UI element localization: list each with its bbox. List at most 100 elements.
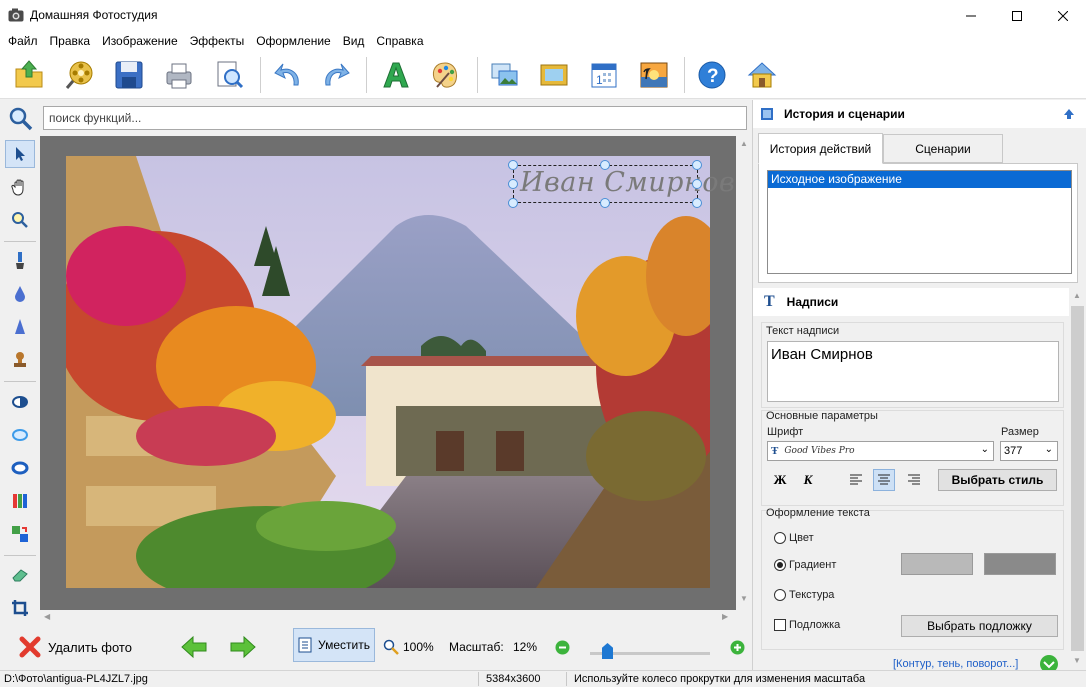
stamp-tool[interactable] [5,346,35,374]
fit-button[interactable]: Уместить [293,628,375,662]
undo-button[interactable] [270,57,306,93]
menu-help[interactable]: Справка [370,31,429,51]
scroll-left-arrow-icon[interactable]: ◀ [44,612,50,621]
add-text-button[interactable] [378,57,414,93]
color-levels-tool[interactable] [5,487,35,515]
tab-scenarios[interactable]: Сценарии [883,134,1003,163]
text-selection-box[interactable]: Иван Смирнов [508,160,735,208]
zoom-slider-thumb[interactable] [602,643,613,659]
open-button[interactable] [11,57,47,93]
replace-color-tool[interactable] [5,520,35,548]
sharpen-tool[interactable] [5,313,35,341]
image-canvas[interactable]: Иван Смирнов [40,136,736,610]
hand-icon [11,179,24,196]
home-button[interactable] [744,57,780,93]
maximize-button[interactable] [994,0,1040,31]
resize-handle[interactable] [692,179,702,189]
photo-preview[interactable] [66,156,710,588]
menu-image[interactable]: Изображение [96,31,184,51]
status-dimensions: 5384x3600 [486,673,541,685]
decor-button[interactable] [427,57,463,93]
print-preview-button[interactable] [211,57,247,93]
menu-edit[interactable]: Правка [44,31,97,51]
label-text-field[interactable]: Иван Смирнов [767,341,1059,402]
blur-tool[interactable] [5,280,35,308]
scroll-down-arrow-icon[interactable]: ▼ [740,594,748,603]
scroll-up-arrow-icon[interactable]: ▲ [740,139,748,148]
help-button[interactable]: ? [694,57,730,93]
gradient-radio[interactable] [774,559,786,571]
select-tool[interactable] [5,140,35,168]
zoom-in-button[interactable] [730,633,745,661]
collapse-up-icon[interactable] [1063,108,1075,120]
menu-file[interactable]: Файл [2,31,44,51]
more-effects-link[interactable]: [Контур, тень, поворот...] [893,658,1018,670]
postcard-button[interactable] [636,57,672,93]
canvas-horizontal-scrollbar[interactable]: ◀ ▶ [40,610,736,624]
calendar-button[interactable]: 1 [586,57,622,93]
resize-handle[interactable] [508,179,518,189]
resize-handle[interactable] [600,160,610,170]
signature-text[interactable]: Иван Смирнов [520,167,735,198]
redo-button[interactable] [318,57,354,93]
close-button[interactable] [1040,0,1086,31]
font-select[interactable]: Ŧ Good Vibes Pro ⌄ [767,441,994,461]
zoom-tool[interactable] [5,206,35,234]
minimize-button[interactable] [948,0,994,31]
print-preview-icon [217,61,244,89]
hand-tool[interactable] [5,173,35,201]
home-icon [747,62,777,88]
choose-backing-button[interactable]: Выбрать подложку [901,615,1058,637]
menu-view[interactable]: Вид [337,31,371,51]
resize-handle[interactable] [600,198,610,208]
resize-handle[interactable] [508,198,518,208]
resize-handle[interactable] [692,160,702,170]
scroll-up-arrow-icon[interactable]: ▲ [1073,291,1081,300]
contrast-tool[interactable] [5,388,35,416]
save-button[interactable] [111,57,147,93]
texture-radio[interactable] [774,589,786,601]
menu-effects[interactable]: Эффекты [184,31,251,51]
align-right-button[interactable] [903,469,925,491]
delete-photo-button[interactable]: Удалить фото [18,633,132,661]
scrollbar-thumb[interactable] [1071,306,1084,651]
saturation-tool[interactable] [5,454,35,482]
panel-scrollbar[interactable]: ▲ ▼ [1069,288,1086,670]
scroll-down-arrow-icon[interactable]: ▼ [1073,656,1081,665]
search-input[interactable] [43,106,747,130]
history-list[interactable]: Исходное изображение [767,170,1072,274]
print-button[interactable] [161,57,197,93]
app-camera-icon [8,8,24,22]
zoom-100-button[interactable]: 100% [383,633,434,661]
collage-button[interactable] [486,57,522,93]
backing-checkbox[interactable] [774,619,786,631]
history-item-original[interactable]: Исходное изображение [768,171,1071,188]
gradient-color-2-swatch[interactable] [984,553,1056,575]
search-bar [0,100,752,136]
resize-handle[interactable] [692,198,702,208]
gradient-color-1-swatch[interactable] [901,553,973,575]
next-photo-button[interactable] [229,633,257,661]
size-select[interactable]: 377 ⌄ [1000,441,1058,461]
zoom-magnifier-icon [12,212,28,228]
previous-photo-button[interactable] [180,633,208,661]
italic-button[interactable]: К [797,469,819,491]
open-recent-button[interactable] [62,57,98,93]
brush-tool[interactable] [5,247,35,275]
font-value: Good Vibes Pro [784,446,855,456]
canvas-vertical-scrollbar[interactable]: ▲ ▼ [736,136,752,610]
menu-design[interactable]: Оформление [250,31,336,51]
resize-handle[interactable] [508,160,518,170]
tab-history[interactable]: История действий [758,133,883,164]
choose-style-button[interactable]: Выбрать стиль [938,469,1057,491]
crop-tool[interactable] [5,594,35,622]
frame-button[interactable] [536,57,572,93]
color-radio[interactable] [774,532,786,544]
eraser-tool[interactable] [5,561,35,589]
scroll-right-arrow-icon[interactable]: ▶ [722,612,728,621]
zoom-out-button[interactable] [555,633,570,661]
align-center-button[interactable] [873,469,895,491]
vignette-tool[interactable] [5,421,35,449]
align-left-button[interactable] [845,469,867,491]
bold-button[interactable]: Ж [769,469,791,491]
